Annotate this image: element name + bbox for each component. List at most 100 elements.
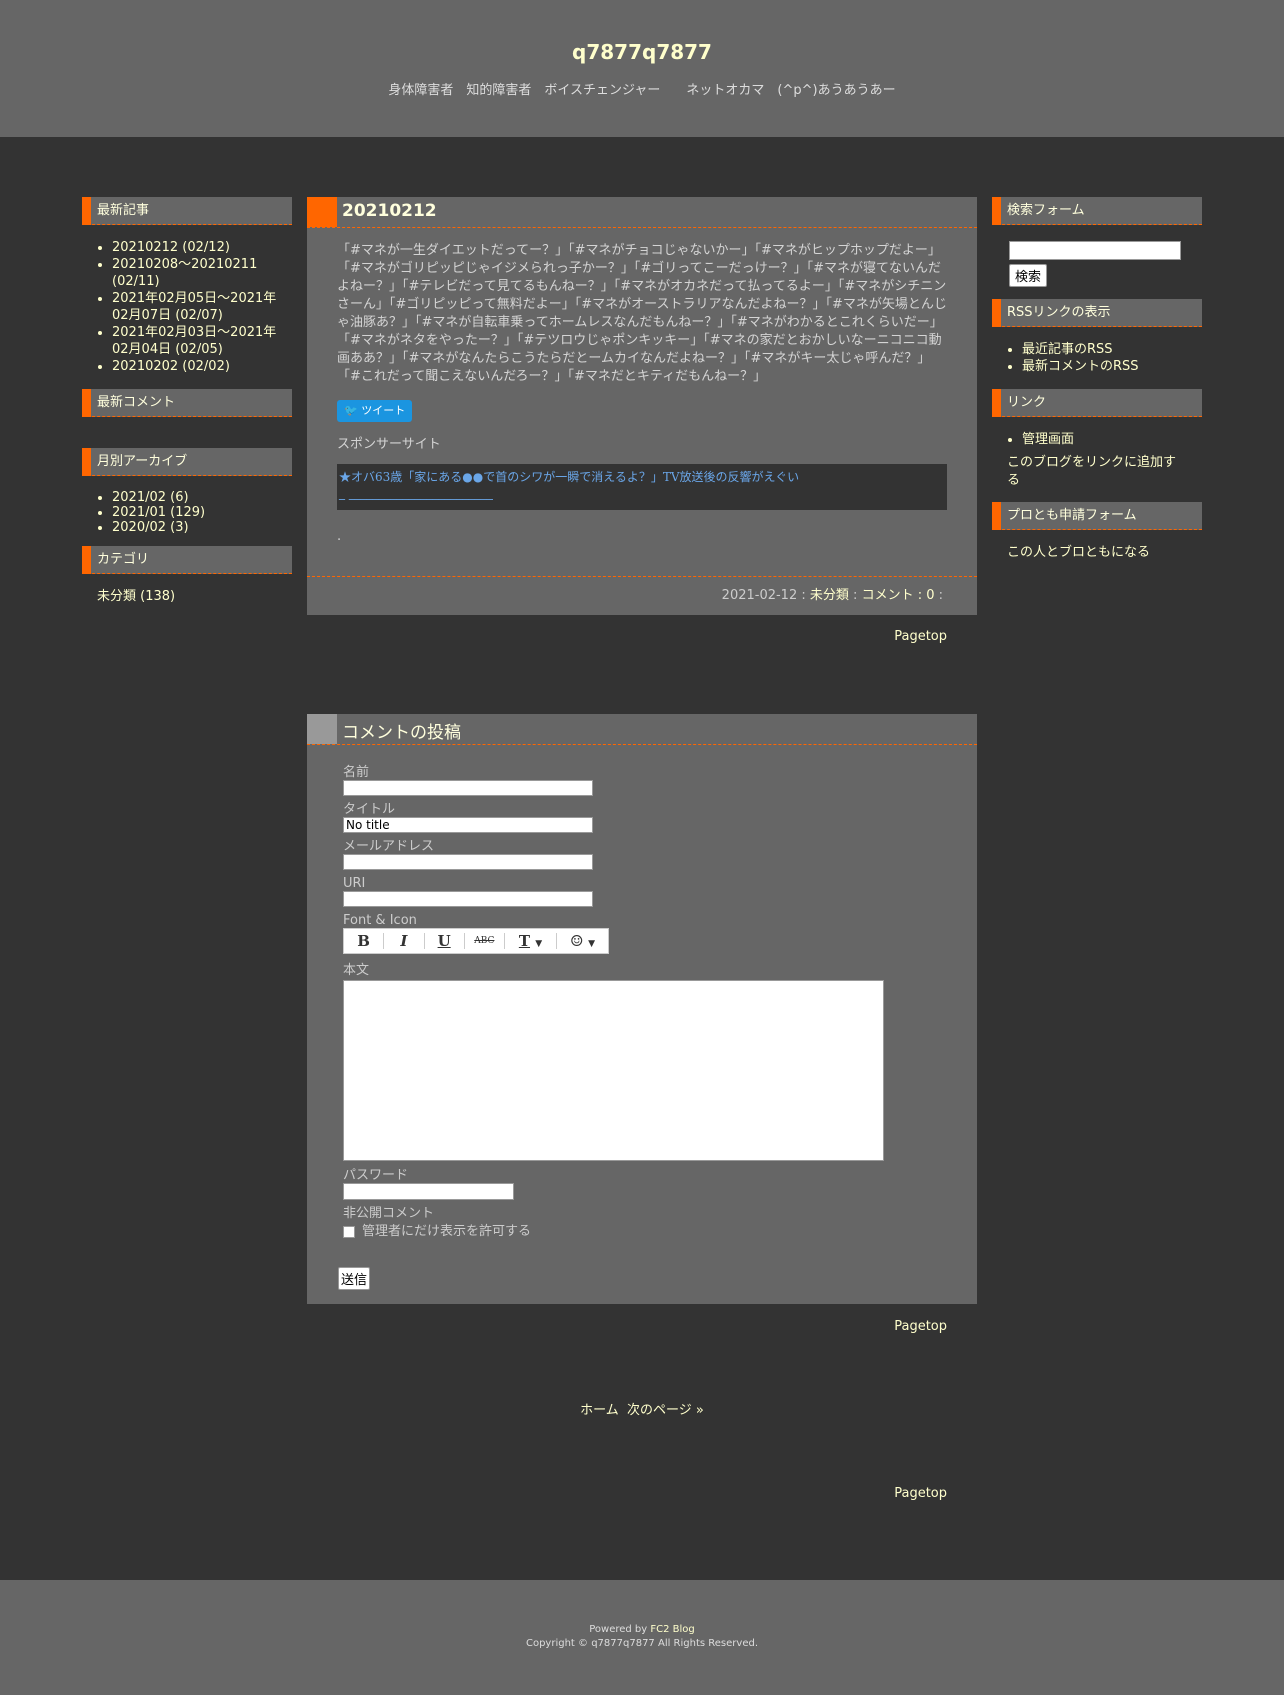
separator: :	[797, 588, 810, 603]
home-link[interactable]: ホーム	[580, 1403, 619, 1418]
recent-comments-heading: 最新コメント	[82, 389, 292, 417]
entry-title[interactable]: 20210212	[342, 201, 437, 221]
entry-comment-link[interactable]: コメント : 0	[862, 588, 935, 603]
recent-entry[interactable]: 20210212 (02/12)	[112, 239, 292, 256]
pagetop-link[interactable]: Pagetop	[307, 1319, 977, 1334]
comment-form-header: コメントの投稿	[307, 714, 977, 745]
tweet-label: ツイート	[361, 404, 406, 417]
search-form: 検索	[992, 225, 1202, 299]
powered-label: Powered by	[589, 1624, 651, 1635]
entry-body-wrap: 「#マネが一生ダイエットだってー？」「#マネがチョコじゃないかー」「#マネがヒッ…	[307, 228, 977, 546]
sponsor-ad[interactable]: ★オバ63歳「家にある●●で首のシワが一瞬で消えるよ？」TV放送後の反響がえぐい…	[337, 464, 947, 510]
entry-category-link[interactable]: 未分類	[810, 588, 849, 603]
separator: :	[848, 588, 862, 603]
ad-text[interactable]: ★オバ63歳「家にある●●で首のシワが一瞬で消えるよ？」TV放送後の反響がえぐい	[339, 466, 945, 488]
sponsor-label: スポンサーサイト	[337, 437, 441, 452]
recent-entry[interactable]: 20210202 (02/02)	[112, 358, 292, 375]
mail-label: メールアドレス	[343, 839, 435, 854]
entry-date: 2021-02-12	[721, 588, 798, 603]
body-textarea[interactable]	[343, 980, 884, 1161]
bold-button[interactable]: B	[344, 933, 385, 949]
body-label: 本文	[343, 963, 370, 978]
archive-list: 2021/02 (6) 2021/01 (129) 2020/02 (3)	[82, 490, 292, 535]
italic-button[interactable]: I	[384, 933, 425, 949]
secret-check-label: 管理者にだけ表示を許可する	[362, 1224, 532, 1239]
recent-entry[interactable]: 2021年02月05日～2021年02月07日 (02/07)	[112, 290, 292, 324]
pagetop-link[interactable]: Pagetop	[307, 629, 977, 644]
name-input[interactable]	[343, 780, 593, 796]
fc2-link[interactable]: FC2 Blog	[650, 1624, 694, 1635]
caret-down-icon: ▼	[535, 939, 543, 949]
recent-comments-empty	[82, 417, 292, 448]
recent-entries-list: 20210212 (02/12) 20210208～20210211 (02/1…	[82, 239, 292, 375]
url-label: URI	[343, 876, 366, 891]
admin-link[interactable]: 管理画面	[1022, 431, 1202, 448]
archive-item[interactable]: 2020/02 (3)	[112, 520, 292, 535]
comment-form-title: コメントの投稿	[342, 723, 461, 743]
twitter-bird-icon: 🐦	[344, 404, 358, 417]
category-heading: カテゴリ	[82, 546, 292, 574]
password-input[interactable]	[343, 1183, 514, 1200]
secret-row: 管理者にだけ表示を許可する	[343, 1224, 947, 1239]
entry-marker	[307, 197, 337, 227]
comment-form: コメントの投稿 名前 タイトル No title メールアドレス URI Fon…	[307, 714, 977, 1304]
profriend-link[interactable]: この人とブロともになる	[992, 530, 1202, 576]
left-sidebar: 最新記事 20210212 (02/12) 20210208～20210211 …	[82, 197, 292, 620]
emoji-button[interactable]: ☺ ▼	[557, 933, 608, 949]
comment-form-body: 名前 タイトル No title メールアドレス URI Font & Icon…	[307, 745, 977, 1304]
footer: Powered by FC2 Blog Copyright © q7877q78…	[0, 1580, 1284, 1695]
recent-entry[interactable]: 20210208～20210211 (02/11)	[112, 256, 292, 290]
rss-heading: RSSリンクの表示	[992, 299, 1202, 327]
mail-input[interactable]	[343, 854, 593, 870]
underline-button[interactable]: U	[425, 933, 465, 949]
separator: :	[934, 588, 943, 603]
pagetop-link[interactable]: Pagetop	[307, 1486, 977, 1501]
powered-by: Powered by FC2 Blog	[0, 1624, 1284, 1635]
entry: 20210212 「#マネが一生ダイエットだってー？」「#マネがチョコじゃないか…	[307, 197, 977, 615]
title-input[interactable]: No title	[343, 817, 593, 833]
url-input[interactable]	[343, 891, 593, 907]
submit-button[interactable]: 送信	[338, 1267, 371, 1290]
tweet-button[interactable]: 🐦 ツイート	[337, 400, 413, 422]
entry-footer: 2021-02-12 : 未分類 : コメント : 0 :	[307, 576, 977, 615]
search-input[interactable]	[1009, 241, 1181, 260]
next-page-link[interactable]: 次のページ »	[627, 1403, 704, 1418]
comment-form-marker	[307, 714, 337, 744]
entry-body: 「#マネが一生ダイエットだってー？」「#マネがチョコじゃないかー」「#マネがヒッ…	[337, 243, 947, 384]
profriend-heading: プロとも申請フォーム	[992, 502, 1202, 530]
rss-entries-link[interactable]: 最近記事のRSS	[1022, 341, 1202, 358]
recent-entries-heading: 最新記事	[82, 197, 292, 225]
add-link-link[interactable]: このブログをリンクに追加する	[992, 454, 1202, 502]
title-label: タイトル	[343, 802, 396, 817]
links-heading: リンク	[992, 389, 1202, 417]
ad-subline[interactable]: _ ________________________	[339, 487, 945, 499]
category-item[interactable]: 未分類 (138)	[82, 574, 292, 620]
secret-label: 非公開コメント	[343, 1206, 435, 1221]
caret-down-icon: ▼	[588, 939, 596, 949]
font-icon-label: Font & Icon	[343, 913, 417, 928]
pager: ホーム 次のページ »	[307, 1399, 977, 1418]
archive-heading: 月別アーカイブ	[82, 448, 292, 476]
search-button[interactable]: 検索	[1009, 264, 1048, 287]
links-list: 管理画面	[992, 431, 1202, 448]
name-label: 名前	[343, 765, 370, 780]
recent-entry[interactable]: 2021年02月03日～2021年02月04日 (02/05)	[112, 324, 292, 358]
archive-item[interactable]: 2021/02 (6)	[112, 490, 292, 505]
copyright: Copyright © q7877q7877 All Rights Reserv…	[525, 1638, 758, 1649]
blog-title[interactable]: q7877q7877	[0, 40, 1284, 64]
secret-checkbox[interactable]	[343, 1225, 355, 1238]
password-label: パスワード	[343, 1168, 409, 1183]
text-color-button[interactable]: T ▼	[505, 933, 558, 949]
blog-description: 身体障害者 知的障害者 ボイスチェンジャー ネットオカマ (^p^)あうあうあー	[388, 83, 896, 98]
strike-button[interactable]: ABC	[465, 933, 505, 949]
rss-comments-link[interactable]: 最新コメントのRSS	[1022, 358, 1202, 375]
entry-dot: .	[337, 529, 342, 544]
smiley-icon: ☺	[569, 932, 584, 950]
blog-header: q7877q7877 身体障害者 知的障害者 ボイスチェンジャー ネットオカマ …	[0, 0, 1284, 137]
archive-item[interactable]: 2021/01 (129)	[112, 505, 292, 520]
entry-header: 20210212	[307, 197, 977, 228]
search-heading: 検索フォーム	[992, 197, 1202, 225]
right-sidebar: 検索フォーム 検索 RSSリンクの表示 最近記事のRSS 最新コメントのRSS …	[992, 197, 1202, 576]
rss-list: 最近記事のRSS 最新コメントのRSS	[992, 341, 1202, 375]
format-toolbar: B I U ABC T ▼ ☺ ▼	[343, 928, 609, 954]
